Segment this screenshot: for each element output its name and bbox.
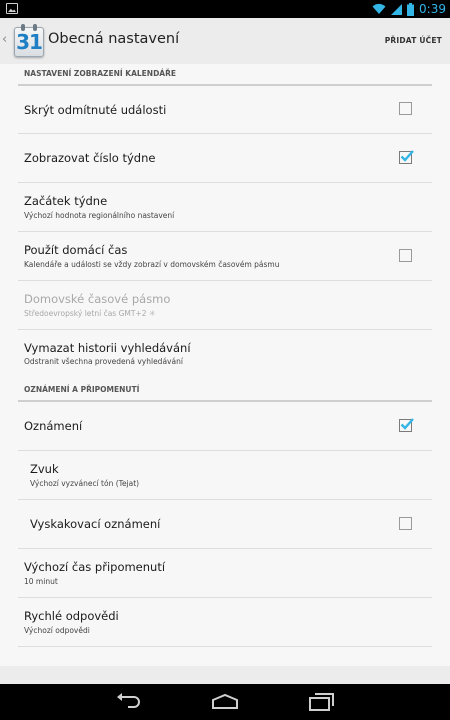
setting-default-reminder[interactable]: Výchozí čas připomenutí 10 minut bbox=[18, 549, 432, 598]
setting-label: Vyskakovací oznámení bbox=[30, 517, 161, 531]
setting-summary: Středoevropský letní čas GMT+2 ✳ bbox=[24, 309, 156, 318]
checkmark-icon bbox=[400, 418, 414, 430]
battery-icon bbox=[407, 2, 415, 16]
status-bar: 0:39 bbox=[0, 0, 450, 18]
calendar-app-icon[interactable]: 31 bbox=[12, 24, 45, 58]
setting-summary: Výchozí vyzvánecí tón (Tejat) bbox=[30, 479, 140, 488]
section-header-notifications: OZNÁMENÍ A PŘIPOMENUTÍ bbox=[18, 380, 432, 402]
checkmark-icon bbox=[400, 150, 414, 162]
popup-notification-checkbox[interactable] bbox=[399, 517, 412, 530]
section-header-calendar-view: NASTAVENÍ ZOBRAZENÍ KALENDÁŘE bbox=[18, 69, 432, 86]
home-button[interactable] bbox=[210, 692, 240, 712]
setting-label: Rychlé odpovědi bbox=[24, 609, 119, 623]
wifi-icon bbox=[372, 3, 386, 15]
cell-signal-icon bbox=[391, 4, 403, 15]
up-navigation-icon[interactable]: ‹ bbox=[2, 32, 10, 48]
recent-apps-icon bbox=[309, 693, 334, 711]
setting-summary: Výchozí hodnota regionálního nastavení bbox=[24, 211, 175, 220]
setting-summary: Výchozí odpovědi bbox=[24, 626, 90, 635]
setting-label: Zvuk bbox=[30, 462, 59, 476]
setting-summary: Odstranit všechna provedená vyhledávání bbox=[24, 357, 183, 366]
setting-sound[interactable]: Zvuk Výchozí vyzvánecí tón (Tejat) bbox=[18, 451, 432, 500]
home-icon bbox=[212, 693, 238, 709]
status-icons: 0:39 bbox=[372, 0, 446, 18]
use-home-time-checkbox[interactable] bbox=[399, 249, 412, 262]
setting-quick-responses[interactable]: Rychlé odpovědi Výchozí odpovědi bbox=[18, 598, 432, 647]
setting-clear-search-history[interactable]: Vymazat historii vyhledávání Odstranit v… bbox=[18, 330, 432, 380]
setting-week-start[interactable]: Začátek týdne Výchozí hodnota regionální… bbox=[18, 183, 432, 232]
setting-label: Domovské časové pásmo bbox=[24, 292, 171, 306]
setting-summary: 10 minut bbox=[24, 577, 58, 586]
back-button[interactable] bbox=[114, 692, 142, 712]
setting-label: Oznámení bbox=[24, 419, 83, 433]
show-week-number-checkbox[interactable] bbox=[399, 150, 414, 164]
setting-home-timezone: Domovské časové pásmo Středoevropský let… bbox=[18, 281, 432, 330]
settings-list: NASTAVENÍ ZOBRAZENÍ KALENDÁŘE Skrýt odmí… bbox=[0, 64, 450, 666]
image-notification-icon bbox=[6, 3, 18, 14]
setting-label: Výchozí čas připomenutí bbox=[24, 560, 166, 574]
setting-notifications[interactable]: Oznámení bbox=[18, 402, 432, 451]
recent-apps-button[interactable] bbox=[307, 692, 335, 712]
setting-show-week-number[interactable]: Zobrazovat číslo týdne bbox=[18, 134, 432, 183]
hide-declined-checkbox[interactable] bbox=[399, 102, 412, 115]
calendar-icon-number: 31 bbox=[16, 30, 43, 54]
gear-icon: ✳ bbox=[148, 309, 156, 318]
clock: 0:39 bbox=[419, 2, 446, 16]
notifications-checkbox[interactable] bbox=[399, 418, 414, 432]
setting-use-home-time[interactable]: Použít domácí čas Kalendáře a události s… bbox=[18, 232, 432, 281]
setting-label: Použít domácí čas bbox=[24, 243, 128, 257]
back-icon bbox=[117, 693, 140, 708]
action-bar: ‹ 31 Obecná nastavení PŘIDAT ÚČET bbox=[0, 18, 450, 64]
page-title: Obecná nastavení bbox=[48, 31, 180, 47]
navigation-bar bbox=[0, 684, 450, 720]
setting-summary: Kalendáře a události se vždy zobrazí v d… bbox=[24, 260, 280, 269]
setting-label: Skrýt odmítnuté události bbox=[24, 103, 167, 117]
setting-label: Začátek týdne bbox=[24, 194, 108, 208]
add-account-button[interactable]: PŘIDAT ÚČET bbox=[385, 36, 442, 45]
setting-label: Zobrazovat číslo týdne bbox=[24, 151, 156, 165]
setting-hide-declined[interactable]: Skrýt odmítnuté události bbox=[18, 86, 432, 134]
setting-popup-notification[interactable]: Vyskakovací oznámení bbox=[18, 500, 432, 549]
setting-label: Vymazat historii vyhledávání bbox=[24, 341, 191, 355]
